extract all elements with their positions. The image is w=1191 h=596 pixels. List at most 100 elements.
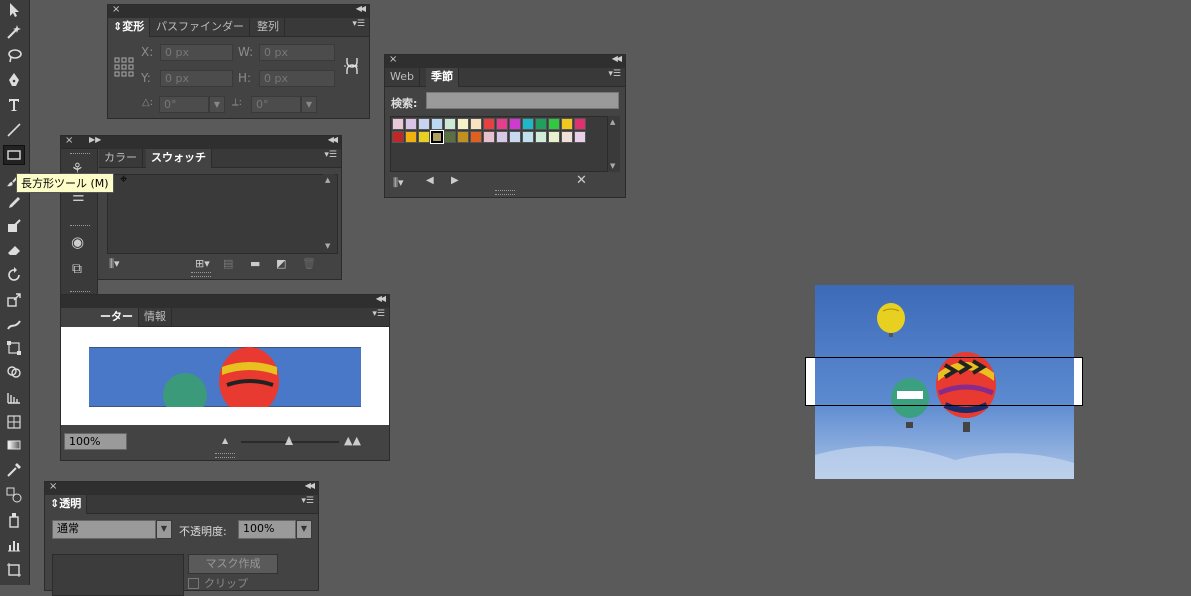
next-library-icon[interactable]: ▶ bbox=[451, 175, 459, 186]
eraser-tool-icon[interactable] bbox=[3, 240, 25, 260]
opacity-input[interactable]: 100% bbox=[238, 520, 296, 539]
show-swatch-kinds-icon[interactable]: ⊞▾ bbox=[195, 257, 210, 270]
library-menu-icon[interactable]: ⫼▾ bbox=[393, 176, 404, 190]
color-swatch[interactable] bbox=[535, 131, 547, 143]
tab-info[interactable]: 情報 bbox=[139, 308, 172, 326]
blend-mode-select[interactable]: 通常 bbox=[52, 520, 156, 539]
color-swatch[interactable] bbox=[470, 118, 482, 130]
collapse-icon[interactable]: ◀◀ bbox=[356, 4, 366, 13]
color-swatch[interactable] bbox=[561, 118, 573, 130]
color-swatch[interactable] bbox=[574, 118, 586, 130]
color-swatch[interactable] bbox=[561, 131, 573, 143]
color-swatch[interactable] bbox=[392, 131, 404, 143]
eyedropper-tool-icon[interactable] bbox=[3, 460, 25, 480]
opacity-dropdown[interactable]: ▼ bbox=[296, 520, 312, 539]
color-swatch[interactable] bbox=[496, 131, 508, 143]
mesh-tool-icon[interactable] bbox=[3, 412, 25, 432]
tab-align[interactable]: 整列 bbox=[252, 18, 285, 36]
clip-checkbox[interactable] bbox=[188, 578, 199, 589]
free-transform-tool-icon[interactable] bbox=[3, 338, 25, 358]
color-swatch[interactable] bbox=[430, 130, 444, 144]
new-color-group-icon[interactable]: ▬ bbox=[250, 257, 260, 270]
lasso-tool-icon[interactable] bbox=[3, 46, 25, 66]
color-swatch[interactable] bbox=[392, 118, 404, 130]
y-field[interactable]: 0 px bbox=[160, 70, 233, 87]
color-swatch[interactable] bbox=[522, 131, 534, 143]
perspective-grid-tool-icon[interactable] bbox=[3, 387, 25, 407]
tab-color[interactable]: カラー bbox=[99, 149, 143, 167]
scale-tool-icon[interactable] bbox=[3, 290, 25, 310]
color-swatch[interactable] bbox=[470, 131, 482, 143]
type-tool-icon[interactable] bbox=[3, 95, 25, 115]
rotate-dropdown[interactable]: ▼ bbox=[209, 96, 225, 113]
magic-wand-tool-icon[interactable] bbox=[3, 22, 25, 42]
navigator-preview[interactable] bbox=[61, 327, 389, 425]
zoom-input[interactable]: 100% bbox=[64, 433, 127, 450]
color-swatch[interactable] bbox=[405, 118, 417, 130]
tab-swatches[interactable]: スウォッチ bbox=[146, 149, 212, 168]
symbol-sprayer-tool-icon[interactable] bbox=[3, 510, 25, 530]
panel-menu-icon[interactable]: ▾☰ bbox=[352, 19, 365, 29]
color-swatch[interactable] bbox=[431, 118, 443, 130]
pencil-tool-icon[interactable] bbox=[3, 193, 25, 213]
color-swatch[interactable] bbox=[444, 118, 456, 130]
zoom-out-icon[interactable]: ▲ bbox=[222, 436, 228, 445]
blend-tool-icon[interactable] bbox=[3, 485, 25, 505]
line-tool-icon[interactable] bbox=[3, 120, 25, 140]
color-swatch[interactable] bbox=[483, 131, 495, 143]
color-swatch[interactable] bbox=[574, 131, 586, 143]
shear-field[interactable]: 0° bbox=[251, 96, 301, 113]
column-graph-tool-icon[interactable] bbox=[3, 535, 25, 555]
pen-tool-icon[interactable] bbox=[3, 70, 25, 90]
artboards-icon[interactable]: ⧉ bbox=[72, 261, 82, 277]
resize-grip[interactable] bbox=[215, 453, 235, 458]
close-icon[interactable]: × bbox=[65, 135, 73, 146]
mask-thumbnail[interactable] bbox=[52, 554, 184, 596]
swatch-list-scrollbar[interactable]: ▲ ▼ bbox=[323, 174, 335, 252]
previous-library-icon[interactable]: ◀ bbox=[426, 175, 434, 186]
delete-swatch-icon[interactable]: 🗑 bbox=[302, 257, 316, 270]
color-swatch[interactable] bbox=[509, 118, 521, 130]
close-icon[interactable]: × bbox=[389, 54, 397, 65]
tab-pathfinder[interactable]: パスファインダー bbox=[151, 18, 250, 36]
color-swatch[interactable] bbox=[444, 131, 456, 143]
close-icon[interactable]: × bbox=[112, 4, 120, 15]
color-swatch[interactable] bbox=[496, 118, 508, 130]
swatch-options-icon[interactable]: ▤ bbox=[223, 257, 233, 270]
panel-menu-icon[interactable]: ▾☰ bbox=[608, 69, 621, 79]
x-field[interactable]: 0 px bbox=[160, 44, 233, 61]
expand-icon[interactable]: ▶▶ bbox=[89, 135, 101, 144]
tools-icon[interactable]: ✕ bbox=[576, 173, 587, 188]
blend-mode-dropdown[interactable]: ▼ bbox=[156, 520, 172, 539]
color-swatch[interactable] bbox=[548, 118, 560, 130]
color-swatch[interactable] bbox=[548, 131, 560, 143]
artboard-tool-icon[interactable] bbox=[3, 560, 25, 580]
search-input[interactable] bbox=[426, 92, 619, 109]
rotate-tool-icon[interactable] bbox=[3, 265, 25, 285]
tab-transform[interactable]: ⇕変形 bbox=[108, 18, 151, 37]
color-swatch[interactable] bbox=[405, 131, 417, 143]
tab-transparency[interactable]: ⇕透明 bbox=[45, 495, 88, 514]
shear-dropdown[interactable]: ▼ bbox=[301, 96, 317, 113]
color-swatch[interactable] bbox=[457, 131, 469, 143]
h-field[interactable]: 0 px bbox=[259, 70, 335, 87]
color-swatch[interactable] bbox=[509, 131, 521, 143]
tab-navigator[interactable]: ーター bbox=[61, 308, 139, 327]
collapse-icon[interactable]: ◀◀ bbox=[328, 135, 338, 144]
color-swatch[interactable] bbox=[457, 118, 469, 130]
selection-tool-icon[interactable] bbox=[3, 0, 25, 20]
swatch-library-menu-icon[interactable]: ⫼▾ bbox=[109, 257, 120, 271]
reference-point-icon[interactable] bbox=[114, 57, 134, 80]
collapse-icon[interactable]: ◀◀ bbox=[376, 294, 386, 303]
swatch-scrollbar[interactable]: ▲ ▼ bbox=[607, 116, 620, 172]
close-icon[interactable]: × bbox=[49, 481, 57, 492]
color-swatch[interactable] bbox=[483, 118, 495, 130]
collapse-icon[interactable]: ◀◀ bbox=[612, 54, 622, 63]
rotate-field[interactable]: 0° bbox=[159, 96, 209, 113]
panel-menu-icon[interactable]: ▾☰ bbox=[301, 496, 314, 506]
new-swatch-icon[interactable]: ◩ bbox=[276, 257, 286, 270]
color-swatch[interactable] bbox=[418, 118, 430, 130]
resize-grip[interactable] bbox=[495, 190, 515, 195]
panel-menu-icon[interactable]: ▾☰ bbox=[324, 150, 337, 160]
color-swatch[interactable] bbox=[522, 118, 534, 130]
